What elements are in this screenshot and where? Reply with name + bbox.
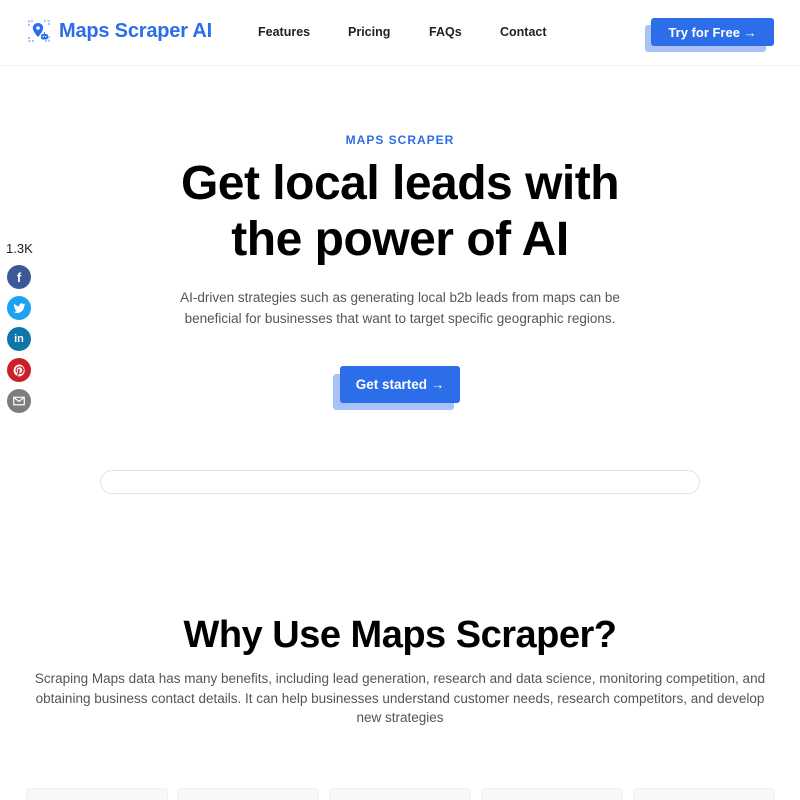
nav-contact[interactable]: Contact [500, 25, 547, 39]
map-pin-robot-icon [27, 19, 51, 43]
try-free-cta: Try for Free → [645, 18, 775, 53]
share-email-button[interactable] [7, 389, 31, 413]
feature-cards [0, 788, 800, 800]
email-icon [13, 396, 25, 406]
feature-card [481, 788, 623, 800]
get-started-button[interactable]: Get started → [340, 366, 460, 403]
hero-subtitle: AI-driven strategies such as generating … [180, 290, 620, 326]
why-description: Scraping Maps data has many benefits, in… [34, 671, 766, 725]
hero-title-line-1: Get local leads with [180, 157, 620, 210]
hero-title-line-2: the power of AI [231, 213, 569, 266]
share-pinterest-button[interactable] [7, 358, 31, 382]
site-header: Maps Scraper AI Features Pricing FAQs Co… [0, 0, 800, 66]
feature-card [26, 788, 168, 800]
facebook-icon: f [16, 269, 22, 285]
nav-pricing[interactable]: Pricing [348, 25, 390, 39]
brand-logo[interactable]: Maps Scraper AI [27, 19, 212, 43]
nav-faqs[interactable]: FAQs [429, 25, 462, 39]
twitter-icon [13, 302, 25, 313]
feature-card [329, 788, 471, 800]
share-facebook-button[interactable]: f [7, 265, 31, 289]
search-input[interactable] [100, 470, 700, 494]
brand-name: Maps Scraper AI [59, 19, 212, 42]
nav-features[interactable]: Features [258, 25, 310, 39]
pinterest-icon [13, 364, 25, 377]
share-twitter-button[interactable] [7, 296, 31, 320]
try-for-free-button[interactable]: Try for Free → [651, 18, 774, 46]
feature-card [633, 788, 775, 800]
share-linkedin-button[interactable]: in [7, 327, 31, 351]
why-title: Why Use Maps Scraper? [183, 614, 617, 656]
feature-card [177, 788, 319, 800]
linkedin-icon: in [14, 333, 24, 345]
hero-title: Get local leads with the power of AI [0, 156, 800, 268]
hero-eyebrow: MAPS SCRAPER [345, 133, 455, 147]
get-started-cta: Get started → [333, 366, 463, 410]
